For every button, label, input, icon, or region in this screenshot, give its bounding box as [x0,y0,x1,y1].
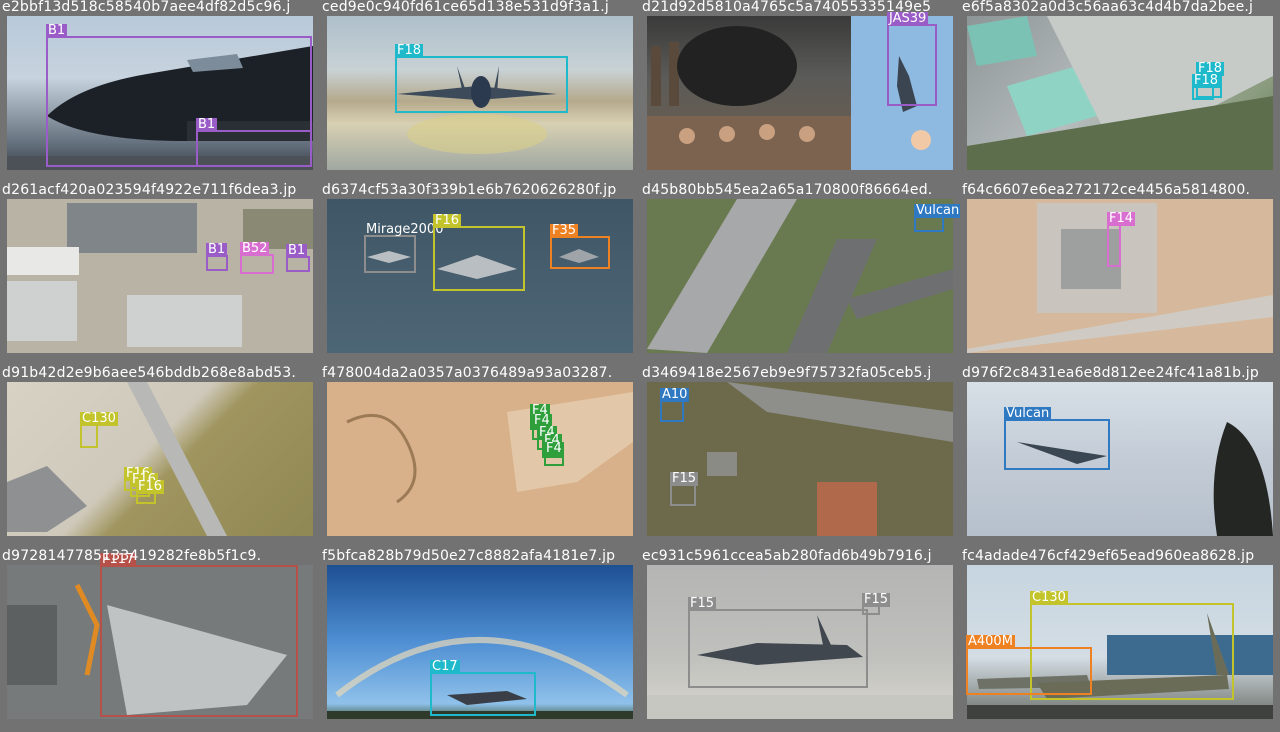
detection-label: Vulcan [1004,406,1052,421]
detection-box[interactable]: F117 [100,553,298,717]
detection-box[interactable]: F15 [670,472,699,506]
tile-9[interactable]: f478004da2a0357a0376489a93a03287. F4 F4 … [320,366,640,549]
detection-box[interactable]: F18 [395,44,568,113]
tile-image [647,199,953,353]
mosaic-grid: e2bbf13d518c58540b7aee4df82d5c96.j B1 B1… [0,0,1280,732]
detection-label: F15 [670,471,699,486]
detection-box[interactable]: B52 [240,242,274,274]
tile-7[interactable]: f64c6607e6ea272172ce4456a5814800. F14 [960,183,1280,366]
tile-filename: d6374cf53a30f339b1e6b7620626280f.jp [322,183,617,198]
tile-filename: d261acf420a023594f4922e711f6dea3.jp [2,183,297,198]
detection-box[interactable]: Mirage2000 [364,223,443,273]
detection-label: F16 [433,213,462,228]
detection-label: B1 [196,117,218,132]
tile-filename: ec931c5961ccea5ab280fad6b49b7916.j [642,549,932,564]
detection-box[interactable]: C17 [430,660,536,716]
tile-10[interactable]: d3469418e2567eb9e9f75732fa05ceb5.j A10 F… [640,366,960,549]
airbase-aerial-illustration [967,16,1273,170]
detection-box[interactable]: B1 [196,118,312,167]
detection-box[interactable]: Vulcan [1004,407,1110,470]
tile-8[interactable]: d91b42d2e9b6aee546bddb268e8abd53. C130 F… [0,366,320,549]
detection-label: F15 [862,592,891,607]
detection-label: F18 [1192,73,1221,88]
detection-label: B1 [46,23,68,38]
tile-filename: d21d92d5810a4765c5a74055335149e5 [642,0,932,15]
detection-box[interactable]: A10 [660,388,690,422]
tile-15[interactable]: fc4adade476cf429ef65ead960ea8628.jp C130… [960,549,1280,732]
tile-11[interactable]: d976f2c8431ea6e8d812ee24fc41a81b.jp Vulc… [960,366,1280,549]
tile-filename: d45b80bb545ea2a65a170800f86664ed. [642,183,933,198]
detection-box[interactable]: F16 [136,480,165,504]
detection-box[interactable]: C130 [80,412,118,448]
detection-box[interactable]: JAS39 [887,12,937,106]
detection-label: F4 [544,441,564,456]
detection-label: C17 [430,659,460,674]
detection-label: B52 [240,241,270,256]
tile-filename: f64c6607e6ea272172ce4456a5814800. [962,183,1251,198]
tile-image [7,382,313,536]
tile-image [327,382,633,536]
tile-image [7,199,313,353]
tile-image [647,382,953,536]
detection-label: C130 [1030,590,1068,605]
tile-filename: d9728147785133419282fe8b5f1c9. [2,549,262,564]
tile-5[interactable]: d6374cf53a30f339b1e6b7620626280f.jp Mira… [320,183,640,366]
tile-filename: e2bbf13d518c58540b7aee4df82d5c96.j [2,0,291,15]
tile-13[interactable]: f5bfca828b79d50e27c8882afa4181e7.jp C17 [320,549,640,732]
detection-label: C130 [80,411,118,426]
apron-aerial-illustration [7,382,227,536]
detection-box[interactable]: F15 [862,593,891,615]
desert-aerial-illustration [346,392,633,504]
tile-3[interactable]: e6f5a8302a0d3c56aa63c4d4b7da2bee.j F18 F… [960,0,1280,183]
detection-label: F35 [550,223,579,238]
detection-box[interactable]: A400M [966,635,1092,695]
tile-6[interactable]: d45b80bb545ea2a65a170800f86664ed. Vulcan [640,183,960,366]
detection-box[interactable]: B1 [286,244,310,272]
tile-filename: d3469418e2567eb9e9f75732fa05ceb5.j [642,366,932,381]
detection-label: F16 [136,479,165,494]
detection-label: F18 [395,43,424,58]
detection-label: B1 [206,242,228,257]
tile-image [967,16,1273,170]
detection-box[interactable]: Vulcan [914,204,960,232]
tile-14[interactable]: ec931c5961ccea5ab280fad6b49b7916.j F15 F… [640,549,960,732]
tile-filename: fc4adade476cf429ef65ead960ea8628.jp [962,549,1255,564]
detection-label: F14 [1107,211,1136,226]
tile-12[interactable]: d9728147785133419282fe8b5f1c9. F117 [0,549,320,732]
detection-box[interactable]: F15 [688,597,868,688]
detection-box[interactable]: F35 [550,224,610,269]
tile-filename: ced9e0c940fd61ce65d138e531d9f3a1.j [322,0,609,15]
tile-0[interactable]: e2bbf13d518c58540b7aee4df82d5c96.j B1 B1 [0,0,320,183]
tile-filename: f478004da2a0357a0376489a93a03287. [322,366,613,381]
detection-label: A10 [660,387,690,402]
tile-2[interactable]: d21d92d5810a4765c5a74055335149e5 JAS39 [640,0,960,183]
tile-filename: d91b42d2e9b6aee546bddb268e8abd53. [2,366,297,381]
detection-label: B1 [286,243,308,258]
detection-box[interactable]: F4 [544,442,564,466]
detection-box[interactable]: F16 [433,214,525,291]
detection-box[interactable]: F14 [1107,212,1136,267]
tile-filename: e6f5a8302a0d3c56aa63c4d4b7da2bee.j [962,0,1254,15]
runway-aerial-illustration [647,199,953,353]
detection-box[interactable]: F18 [1192,74,1221,100]
tile-1[interactable]: ced9e0c940fd61ce65d138e531d9f3a1.j F18 [320,0,640,183]
tile-filename: d976f2c8431ea6e8d812ee24fc41a81b.jp [962,366,1259,381]
detection-label: Vulcan [914,203,960,218]
detection-label: F15 [688,596,717,611]
tile-filename: f5bfca828b79d50e27c8882afa4181e7.jp [322,549,616,564]
detection-box[interactable]: B1 [206,243,228,271]
base-aerial-illustration [707,382,953,536]
tile-4[interactable]: d261acf420a023594f4922e711f6dea3.jp B1 B… [0,183,320,366]
detection-label: A400M [966,634,1015,649]
airfield-aerial-illustration [7,203,313,347]
